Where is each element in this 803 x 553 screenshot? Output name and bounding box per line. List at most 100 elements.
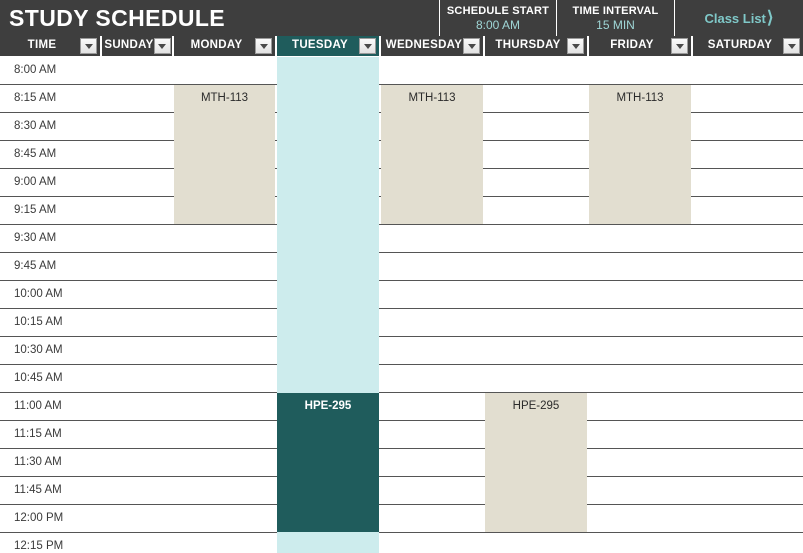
- slot-cell-friday[interactable]: [589, 393, 693, 420]
- column-header-monday[interactable]: MONDAY: [174, 36, 277, 56]
- event-block[interactable]: MTH-113: [381, 85, 483, 224]
- slot-cell-tuesday[interactable]: [277, 57, 381, 84]
- class-list-link[interactable]: Class List ⟩: [675, 0, 803, 36]
- slot-cell-saturday[interactable]: [693, 477, 803, 504]
- column-header-saturday[interactable]: SATURDAY: [693, 36, 803, 56]
- slot-cell-tuesday[interactable]: [277, 225, 381, 252]
- slot-cell-friday[interactable]: [589, 281, 693, 308]
- slot-cell-saturday[interactable]: [693, 225, 803, 252]
- schedule-start-field[interactable]: SCHEDULE START 8:00 AM: [439, 0, 557, 36]
- slot-cell-monday[interactable]: [174, 533, 277, 553]
- slot-cell-monday[interactable]: [174, 281, 277, 308]
- event-block[interactable]: HPE-295: [485, 393, 587, 532]
- filter-dropdown-time[interactable]: [80, 38, 97, 54]
- column-header-time[interactable]: TIME: [0, 36, 102, 56]
- slot-cell-friday[interactable]: [589, 533, 693, 553]
- slot-cell-saturday[interactable]: [693, 533, 803, 553]
- slot-cell-thursday[interactable]: [485, 57, 589, 84]
- slot-cell-sunday[interactable]: [102, 449, 174, 476]
- slot-cell-friday[interactable]: [589, 337, 693, 364]
- slot-cell-saturday[interactable]: [693, 337, 803, 364]
- slot-cell-wednesday[interactable]: [381, 57, 485, 84]
- slot-cell-monday[interactable]: [174, 365, 277, 392]
- slot-cell-saturday[interactable]: [693, 365, 803, 392]
- slot-cell-saturday[interactable]: [693, 253, 803, 280]
- slot-cell-friday[interactable]: [589, 421, 693, 448]
- slot-cell-thursday[interactable]: [485, 365, 589, 392]
- slot-cell-thursday[interactable]: [485, 281, 589, 308]
- column-header-thursday[interactable]: THURSDAY: [485, 36, 589, 56]
- slot-cell-sunday[interactable]: [102, 421, 174, 448]
- slot-cell-wednesday[interactable]: [381, 449, 485, 476]
- slot-cell-saturday[interactable]: [693, 57, 803, 84]
- slot-cell-tuesday[interactable]: [277, 197, 381, 224]
- slot-cell-friday[interactable]: [589, 365, 693, 392]
- slot-cell-saturday[interactable]: [693, 505, 803, 532]
- slot-cell-sunday[interactable]: [102, 113, 174, 140]
- slot-cell-wednesday[interactable]: [381, 225, 485, 252]
- filter-dropdown-wednesday[interactable]: [463, 38, 480, 54]
- slot-cell-sunday[interactable]: [102, 197, 174, 224]
- slot-cell-sunday[interactable]: [102, 85, 174, 112]
- slot-cell-sunday[interactable]: [102, 533, 174, 553]
- slot-cell-saturday[interactable]: [693, 393, 803, 420]
- slot-cell-monday[interactable]: [174, 57, 277, 84]
- slot-cell-wednesday[interactable]: [381, 281, 485, 308]
- slot-cell-friday[interactable]: [589, 225, 693, 252]
- slot-cell-monday[interactable]: [174, 393, 277, 420]
- event-block[interactable]: MTH-113: [589, 85, 691, 224]
- slot-cell-friday[interactable]: [589, 57, 693, 84]
- slot-cell-friday[interactable]: [589, 505, 693, 532]
- slot-cell-tuesday[interactable]: [277, 281, 381, 308]
- column-header-friday[interactable]: FRIDAY: [589, 36, 693, 56]
- slot-cell-monday[interactable]: [174, 309, 277, 336]
- slot-cell-monday[interactable]: [174, 505, 277, 532]
- slot-cell-tuesday[interactable]: [277, 85, 381, 112]
- slot-cell-tuesday[interactable]: [277, 169, 381, 196]
- filter-dropdown-tuesday[interactable]: [359, 38, 376, 54]
- filter-dropdown-thursday[interactable]: [567, 38, 584, 54]
- slot-cell-wednesday[interactable]: [381, 533, 485, 553]
- slot-cell-sunday[interactable]: [102, 141, 174, 168]
- slot-cell-sunday[interactable]: [102, 225, 174, 252]
- slot-cell-saturday[interactable]: [693, 113, 803, 140]
- slot-cell-saturday[interactable]: [693, 421, 803, 448]
- slot-cell-sunday[interactable]: [102, 169, 174, 196]
- slot-cell-friday[interactable]: [589, 309, 693, 336]
- slot-cell-thursday[interactable]: [485, 337, 589, 364]
- slot-cell-sunday[interactable]: [102, 393, 174, 420]
- slot-cell-saturday[interactable]: [693, 85, 803, 112]
- slot-cell-thursday[interactable]: [485, 197, 589, 224]
- slot-cell-tuesday[interactable]: [277, 253, 381, 280]
- slot-cell-friday[interactable]: [589, 253, 693, 280]
- time-interval-field[interactable]: TIME INTERVAL 15 MIN: [557, 0, 675, 36]
- slot-cell-wednesday[interactable]: [381, 253, 485, 280]
- slot-cell-wednesday[interactable]: [381, 337, 485, 364]
- slot-cell-tuesday[interactable]: [277, 365, 381, 392]
- slot-cell-tuesday[interactable]: [277, 113, 381, 140]
- slot-cell-monday[interactable]: [174, 449, 277, 476]
- slot-cell-monday[interactable]: [174, 225, 277, 252]
- slot-cell-thursday[interactable]: [485, 113, 589, 140]
- column-header-sunday[interactable]: SUNDAY: [102, 36, 174, 56]
- slot-cell-sunday[interactable]: [102, 309, 174, 336]
- filter-dropdown-sunday[interactable]: [153, 38, 171, 54]
- slot-cell-saturday[interactable]: [693, 169, 803, 196]
- slot-cell-sunday[interactable]: [102, 281, 174, 308]
- slot-cell-wednesday[interactable]: [381, 505, 485, 532]
- slot-cell-sunday[interactable]: [102, 253, 174, 280]
- slot-cell-tuesday[interactable]: [277, 141, 381, 168]
- filter-dropdown-monday[interactable]: [255, 38, 272, 54]
- slot-cell-monday[interactable]: [174, 337, 277, 364]
- time-interval-value[interactable]: 15 MIN: [596, 18, 635, 33]
- slot-cell-friday[interactable]: [589, 477, 693, 504]
- slot-cell-thursday[interactable]: [485, 141, 589, 168]
- slot-cell-wednesday[interactable]: [381, 421, 485, 448]
- slot-cell-thursday[interactable]: [485, 309, 589, 336]
- slot-cell-monday[interactable]: [174, 477, 277, 504]
- slot-cell-wednesday[interactable]: [381, 309, 485, 336]
- slot-cell-sunday[interactable]: [102, 337, 174, 364]
- slot-cell-thursday[interactable]: [485, 169, 589, 196]
- schedule-start-value[interactable]: 8:00 AM: [476, 18, 520, 33]
- slot-cell-sunday[interactable]: [102, 477, 174, 504]
